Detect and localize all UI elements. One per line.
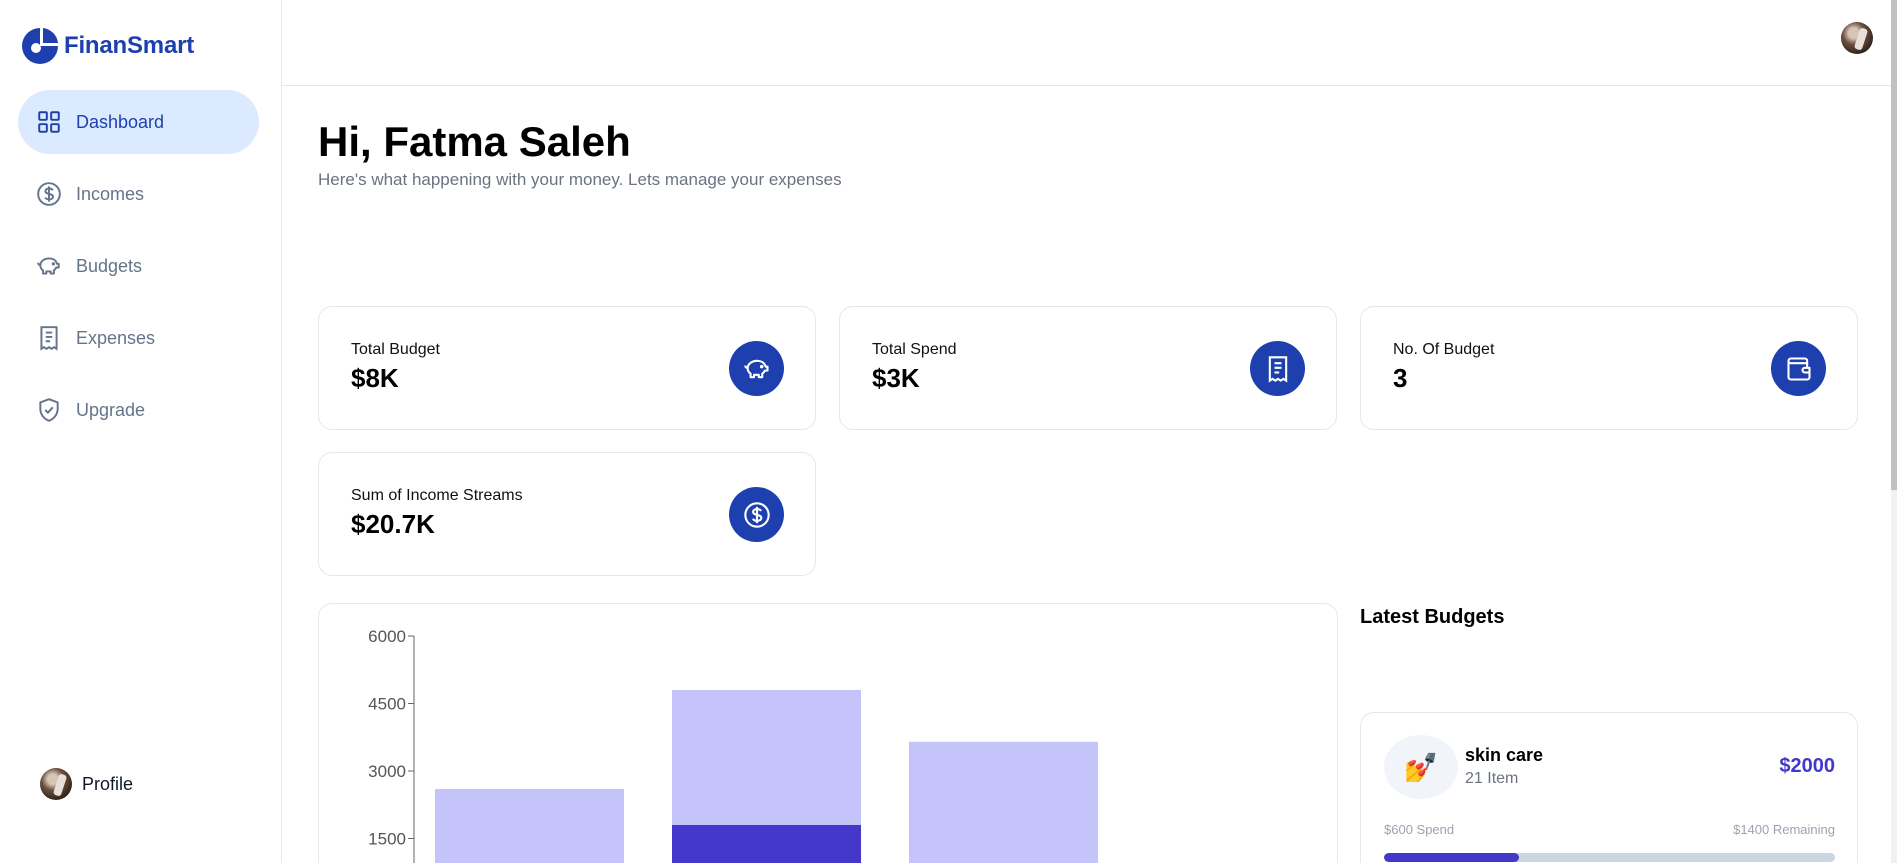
piggy-bank-icon xyxy=(36,253,62,279)
sidebar-item-label: Budgets xyxy=(76,255,143,276)
y-tick-label: 6000 xyxy=(368,627,406,646)
page-subtitle: Here's what happening with your money. L… xyxy=(318,170,842,189)
chart-bar-series-1 xyxy=(909,741,1098,863)
budget-emoji-icon: 💅 xyxy=(1384,735,1458,799)
piggy-bank-icon xyxy=(729,341,784,396)
page-scrollbar[interactable] xyxy=(1891,0,1897,863)
sidebar-item-upgrade[interactable]: Upgrade xyxy=(18,378,259,442)
chart-bar-series-1 xyxy=(672,690,861,825)
y-tick-label: 1500 xyxy=(368,830,406,849)
sidebar-item-label: Dashboard xyxy=(76,111,165,132)
sidebar: FinanSmart Dashboard Incomes Budgets Exp… xyxy=(0,0,282,863)
scrollbar-thumb[interactable] xyxy=(1891,0,1897,490)
shield-check-icon xyxy=(36,397,62,423)
budget-progress-fill xyxy=(1384,853,1520,862)
budget-chart: 1500 3000 4500 6000 xyxy=(318,603,1338,863)
sidebar-item-label: Upgrade xyxy=(76,399,146,420)
stat-card-label: Sum of Income Streams xyxy=(351,487,523,504)
stat-card-label: Total Budget xyxy=(351,341,440,358)
budget-amount: $2000 xyxy=(1779,755,1835,777)
dollar-circle-icon xyxy=(36,181,62,207)
latest-budgets-title: Latest Budgets xyxy=(1360,606,1505,628)
receipt-icon xyxy=(36,325,62,351)
app-logo[interactable]: FinanSmart xyxy=(20,26,194,66)
page-title: Hi, Fatma Saleh xyxy=(318,118,631,165)
grid-icon xyxy=(36,109,62,135)
stat-card-number-of-budgets: No. Of Budget 3 xyxy=(1360,306,1858,430)
logo-icon xyxy=(22,28,58,64)
app-name: FinanSmart xyxy=(64,32,195,59)
user-avatar[interactable] xyxy=(1841,22,1873,54)
sidebar-nav: Dashboard Incomes Budgets Expenses Upgra… xyxy=(18,90,259,450)
budget-progress-bar xyxy=(1384,853,1835,862)
avatar xyxy=(40,768,72,800)
wallet-icon xyxy=(1771,341,1826,396)
sidebar-item-dashboard[interactable]: Dashboard xyxy=(18,90,259,154)
top-bar xyxy=(282,0,1897,86)
chart-bar-series-0 xyxy=(672,825,861,863)
stat-card-label: Total Spend xyxy=(872,341,957,358)
dollar-circle-icon xyxy=(729,487,784,542)
budget-item-count: 21 Item xyxy=(1465,770,1519,787)
profile-label: Profile xyxy=(82,773,134,794)
sidebar-item-label: Expenses xyxy=(76,327,156,348)
budget-bar-chart: 1500 3000 4500 6000 xyxy=(368,627,1098,863)
stat-card-value: 3 xyxy=(1393,363,1408,393)
budget-remaining: $1400 Remaining xyxy=(1733,822,1835,837)
sidebar-item-budgets[interactable]: Budgets xyxy=(18,234,259,298)
sidebar-item-expenses[interactable]: Expenses xyxy=(18,306,259,370)
y-tick-label: 3000 xyxy=(368,762,406,781)
budget-card-skin-care[interactable]: 💅 skin care 21 Item $2000 $600 Spend $14… xyxy=(1360,712,1858,863)
stat-card-total-budget: Total Budget $8K xyxy=(318,306,816,430)
stat-card-value: $3K xyxy=(872,363,920,393)
stat-card-total-spend: Total Spend $3K xyxy=(839,306,1337,430)
receipt-icon xyxy=(1250,341,1305,396)
chart-bar-series-1 xyxy=(435,789,624,863)
sidebar-item-incomes[interactable]: Incomes xyxy=(18,162,259,226)
budget-spend: $600 Spend xyxy=(1384,822,1455,837)
stat-card-income-streams: Sum of Income Streams $20.7K xyxy=(318,452,816,576)
stat-card-value: $20.7K xyxy=(351,509,435,539)
profile-button[interactable]: Profile xyxy=(40,768,133,800)
stat-card-label: No. Of Budget xyxy=(1393,341,1495,358)
stat-card-value: $8K xyxy=(351,363,399,393)
sidebar-item-label: Incomes xyxy=(76,183,145,204)
y-tick-label: 4500 xyxy=(368,695,406,714)
budget-name: skin care xyxy=(1465,745,1544,765)
